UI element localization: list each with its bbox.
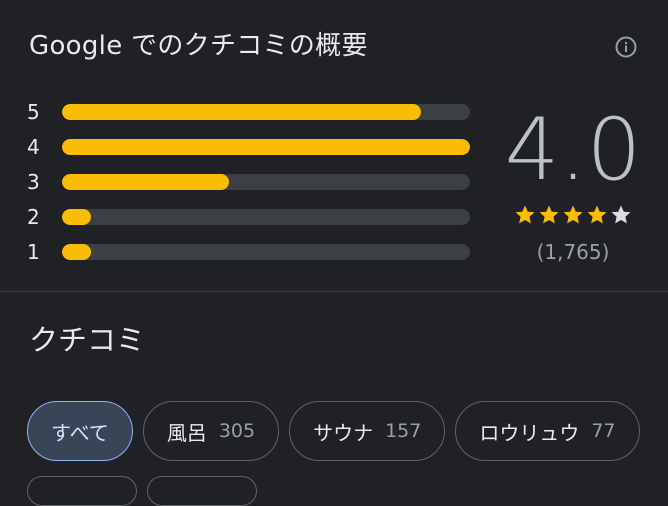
histogram-track (62, 209, 470, 225)
star-rating (510, 203, 636, 227)
histogram-row-3: 3 (27, 166, 472, 201)
info-icon[interactable] (614, 35, 638, 59)
histogram-label: 3 (27, 170, 40, 194)
chip-partial[interactable] (147, 476, 257, 506)
star-icon (539, 205, 559, 224)
histogram-label: 4 (27, 135, 40, 159)
chip-count: 77 (591, 420, 616, 442)
star-icon (587, 205, 607, 224)
chip-sauna[interactable]: サウナ 157 (289, 401, 446, 461)
histogram-label: 2 (27, 205, 40, 229)
page-title: Google でのクチコミの概要 (29, 31, 368, 61)
divider (0, 291, 668, 292)
histogram-fill (62, 244, 91, 260)
histogram-fill (62, 104, 422, 120)
histogram-row-4: 4 (27, 131, 472, 166)
histogram-fill (62, 209, 91, 225)
histogram-fill (62, 139, 470, 155)
chip-label: すべて (51, 420, 109, 445)
chip-label: ロウリュウ (479, 420, 580, 445)
star-icon (563, 205, 583, 224)
rating-histogram: 5 4 3 2 1 (27, 96, 472, 271)
review-topic-chips: すべて 風呂 305 サウナ 157 ロウリュウ 77 (27, 401, 640, 461)
star-icon (515, 205, 535, 224)
chip-label: 風呂 (166, 420, 207, 445)
chip-count: 157 (385, 420, 422, 442)
review-count[interactable]: (1,765) (510, 238, 636, 266)
chip-loyly[interactable]: ロウリュウ 77 (455, 401, 640, 461)
reviews-heading: クチコミ (29, 323, 146, 357)
histogram-label: 5 (27, 100, 40, 124)
chip-label: サウナ (313, 420, 374, 445)
chip-bath[interactable]: 風呂 305 (142, 401, 280, 461)
histogram-row-1: 1 (27, 236, 472, 271)
average-rating: 4.0 (504, 100, 642, 200)
histogram-track (62, 139, 470, 155)
histogram-track (62, 104, 470, 120)
histogram-track (62, 244, 470, 260)
histogram-label: 1 (27, 240, 40, 264)
star-icon (611, 205, 631, 224)
histogram-track (62, 174, 470, 190)
chip-partial[interactable] (27, 476, 137, 506)
chip-all[interactable]: すべて (27, 401, 133, 461)
review-topic-chips-row-2 (27, 476, 257, 506)
chip-count: 305 (218, 420, 256, 442)
histogram-row-5: 5 (27, 96, 472, 131)
histogram-row-2: 2 (27, 201, 472, 236)
histogram-fill (62, 174, 230, 190)
